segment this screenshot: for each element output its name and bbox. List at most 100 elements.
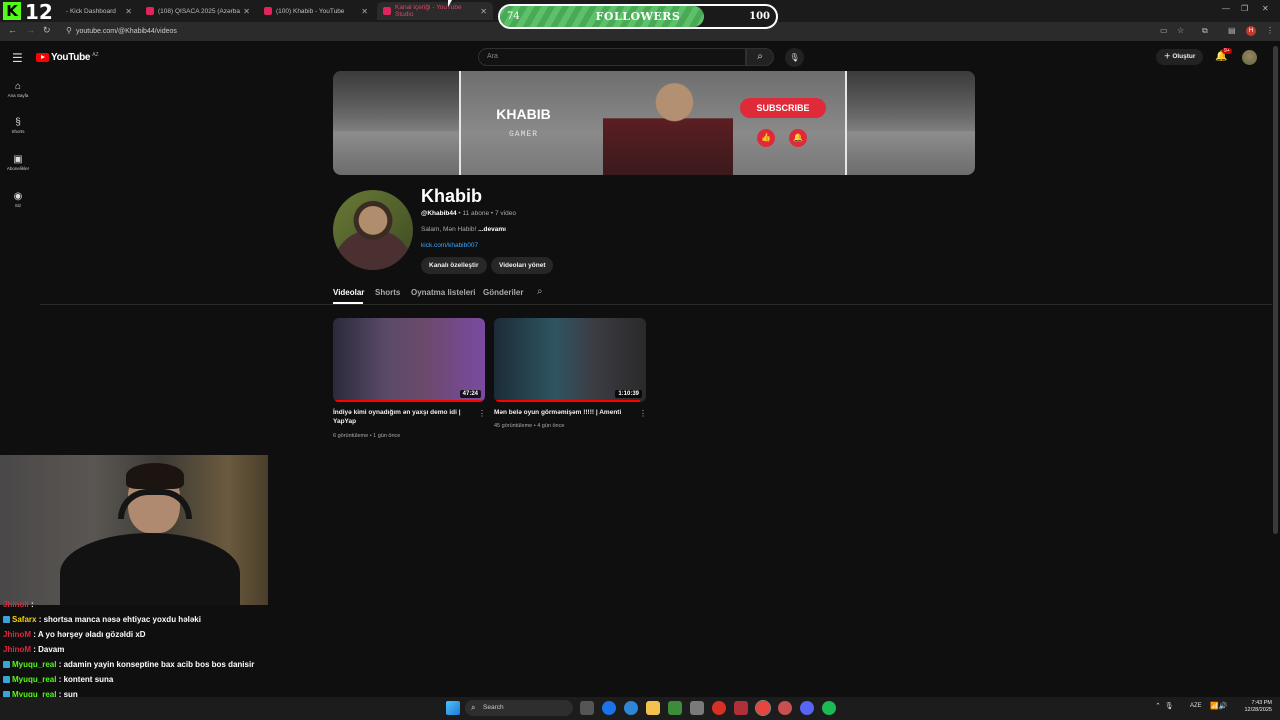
watch-progress: [333, 400, 482, 402]
windows-start-icon[interactable]: [446, 701, 460, 715]
chat-username[interactable]: Safarx: [12, 615, 36, 624]
video-meta: 6 görüntüleme • 1 gün önce: [333, 433, 401, 439]
nvidia-icon[interactable]: [668, 701, 682, 715]
video-thumbnail[interactable]: 1:10:39: [494, 318, 646, 402]
bell-icon: 🔔: [789, 129, 807, 147]
browser-menu-icon[interactable]: ⋮: [1266, 26, 1274, 35]
you-icon: ◉: [13, 191, 23, 202]
chrome-icon[interactable]: [602, 701, 616, 715]
tab-label: (100) Khabib - YouTube: [276, 7, 345, 15]
tab-label: Kanal içeriği - YouTube Studio: [395, 4, 462, 18]
voice-search-button[interactable]: 🎙: [785, 48, 804, 67]
site-info-icon[interactable]: ⚲: [66, 26, 72, 35]
tab-posts[interactable]: Gönderiler: [483, 288, 523, 297]
search-button[interactable]: ⌕: [746, 48, 774, 66]
taskbar-search[interactable]: Search: [465, 700, 573, 716]
video-thumbnail[interactable]: 47:24: [333, 318, 485, 402]
account-avatar[interactable]: [1242, 50, 1257, 65]
video-duration: 1:10:39: [615, 390, 642, 398]
video-title[interactable]: İndiyə kimi oynadığım ən yaxşı demo idi …: [333, 408, 473, 426]
calendar-app-icon[interactable]: [734, 701, 748, 715]
subscriber-badge-icon: [3, 661, 10, 668]
window-close-icon[interactable]: ✕: [1262, 4, 1269, 13]
create-button[interactable]: ＋ Oluştur: [1156, 49, 1204, 65]
more-options-icon[interactable]: ⋮: [639, 409, 647, 418]
chat-username[interactable]: Myuqu_real: [12, 675, 56, 684]
region-code: AZ: [92, 51, 99, 58]
star-icon[interactable]: ☆: [1177, 26, 1184, 35]
channel-link[interactable]: kick.com/khabib007: [421, 242, 478, 249]
close-icon[interactable]: ✕: [361, 7, 368, 16]
chat-separator: :: [56, 675, 64, 684]
wifi-icon[interactable]: 📶🔊: [1210, 702, 1227, 710]
task-view-icon[interactable]: [580, 701, 594, 715]
chat-username[interactable]: Myuqu_real: [12, 660, 56, 669]
customize-channel-button[interactable]: Kanalı özelleştir: [421, 257, 487, 274]
system-tray[interactable]: ⌃ 🎙: [1155, 702, 1174, 710]
chat-username[interactable]: JhinoM: [3, 630, 31, 639]
close-icon[interactable]: ✕: [480, 7, 487, 16]
chat-text: A yo hərşey əladı gözəldi xD: [37, 630, 146, 639]
hamburger-menu-icon[interactable]: ☰: [12, 51, 23, 65]
banner-person-image: [603, 71, 733, 175]
channel-search-icon[interactable]: ⌕: [537, 286, 543, 297]
channel-avatar[interactable]: [333, 190, 413, 270]
youtube-logo[interactable]: YouTube AZ: [36, 52, 99, 63]
tab-khabib-youtube[interactable]: (100) Khabib - YouTube ✕: [258, 2, 374, 20]
sidepanel-icon[interactable]: ▤: [1228, 26, 1236, 35]
restore-icon[interactable]: ❐: [1241, 4, 1248, 13]
obs-icon[interactable]: [778, 701, 792, 715]
chat-message: Jhinoll :: [3, 600, 34, 609]
page-scrollbar[interactable]: [1273, 46, 1278, 534]
chat-username[interactable]: JhinoM: [3, 645, 31, 654]
store-icon[interactable]: [690, 701, 704, 715]
language-indicator[interactable]: AZE: [1190, 703, 1202, 709]
back-icon[interactable]: ←: [8, 25, 17, 35]
webcam-person-body: [60, 533, 240, 605]
video-title[interactable]: Mən belə oyun görməmişəm !!!!! | Amenti: [494, 408, 634, 417]
mouse-cursor-icon: [448, 0, 456, 7]
edge-icon[interactable]: [624, 701, 638, 715]
search-input[interactable]: Ara: [478, 48, 746, 66]
tab-qisaca[interactable]: (108) QISACA 2025 (Azərbaycan ✕: [140, 2, 256, 20]
sidebar-item-home[interactable]: ⌂ Ana Sayfa: [4, 81, 32, 98]
discord-icon[interactable]: [800, 701, 814, 715]
reload-icon[interactable]: ↻: [43, 25, 51, 36]
youtube-studio-favicon-icon: [383, 7, 391, 15]
followers-label: FOLLOWERS: [595, 10, 681, 23]
chat-message: JhinoM : Davam: [3, 645, 64, 654]
close-icon[interactable]: ✕: [243, 7, 250, 16]
chat-text: kontent suna: [63, 675, 114, 684]
forward-icon[interactable]: →: [26, 25, 35, 35]
chrome-active-icon[interactable]: [755, 700, 771, 716]
chat-username[interactable]: Jhinoll: [3, 600, 29, 609]
sidebar-item-you[interactable]: ◉ Siz: [4, 191, 32, 208]
extensions-icon[interactable]: ⧉: [1202, 26, 1208, 36]
more-options-icon[interactable]: ⋮: [478, 409, 486, 418]
tab-playlists[interactable]: Oynatma listeleri: [411, 288, 475, 297]
cast-icon[interactable]: ▭: [1160, 26, 1168, 35]
taskbar-clock[interactable]: 7:43 PM 12/28/2025: [1236, 700, 1272, 714]
spotify-icon[interactable]: [822, 701, 836, 715]
profile-icon[interactable]: H: [1246, 26, 1256, 36]
tab-label: - Kick Dashboard: [66, 7, 116, 15]
shorts-icon: §: [15, 117, 21, 128]
file-explorer-icon[interactable]: [646, 701, 660, 715]
minimize-icon[interactable]: —: [1222, 4, 1230, 13]
sidebar-item-shorts[interactable]: § Shorts: [4, 117, 32, 134]
close-icon[interactable]: ✕: [125, 7, 132, 16]
youtube-favicon-icon: [146, 7, 154, 15]
manage-videos-button[interactable]: Videoları yönet: [491, 257, 554, 274]
chrome-red-icon[interactable]: [712, 701, 726, 715]
chat-separator: :: [36, 615, 44, 624]
tab-shorts[interactable]: Shorts: [375, 288, 400, 297]
channel-description[interactable]: Salam, Mən Habib! ...devamı: [421, 226, 506, 233]
tab-youtube-studio[interactable]: Kanal içeriği - YouTube Studio ✕: [377, 2, 493, 20]
description-text: Salam, Mən Habib!: [421, 226, 477, 233]
sidebar-item-subscriptions[interactable]: ▣ Abonelikler: [4, 154, 32, 171]
channel-stats: • 11 abone • 7 video: [456, 210, 516, 217]
more-link[interactable]: ...devamı: [478, 226, 506, 233]
youtube-play-icon: [36, 53, 49, 62]
tab-videos[interactable]: Videolar: [333, 288, 364, 297]
followers-goal: 100: [749, 11, 770, 22]
